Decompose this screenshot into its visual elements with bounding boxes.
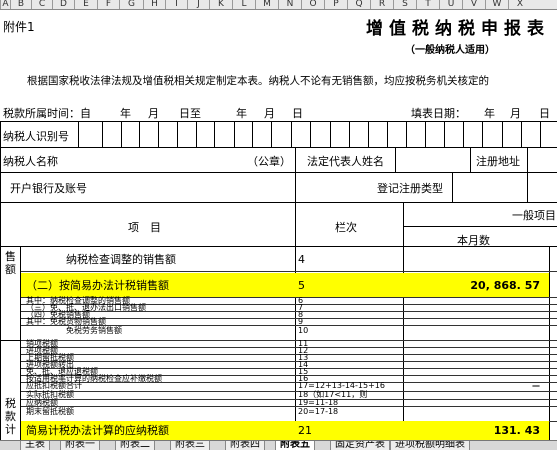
row-line-number: 20=17-18 (298, 407, 339, 416)
row-line-number: 10 (298, 326, 309, 335)
table-row: 期末留抵税额 20=17-18 (0, 406, 557, 421)
form-subtitle: （一般纳税人适用） (405, 45, 495, 56)
column-header-b[interactable]: B (10, 0, 31, 9)
col-line-header: 栏次 (335, 221, 357, 234)
fill-date-label: 填表日期： (411, 107, 466, 120)
sheet-tab[interactable]: 固定资产表 (330, 441, 390, 450)
column-header-e[interactable]: E (74, 0, 97, 9)
sheet-tab[interactable]: 附表四 (225, 441, 265, 450)
column-header-i[interactable]: I (165, 0, 187, 9)
period-day-to: 日至 (179, 107, 201, 120)
period-month: 月 (148, 107, 159, 120)
column-header-t[interactable]: T (416, 0, 439, 9)
row-value-cell[interactable]: 20, 868. 57 (404, 279, 540, 292)
attachment-label: 附件1 (3, 20, 35, 34)
column-header-d[interactable]: D (52, 0, 74, 9)
reg-type-label: 登记注册类型 (377, 182, 443, 195)
period-month-2: 月 (264, 107, 275, 120)
row-label: 简易计税办法计算的应纳税额 (26, 424, 169, 437)
table-row: 应纳税额 19=11-18 (0, 398, 557, 407)
sheet-tab[interactable]: 附表五 (275, 441, 315, 450)
column-header-o[interactable]: O (301, 0, 324, 9)
period-year-2: 年 (236, 107, 247, 120)
fill-year: 年 (484, 107, 495, 120)
period-year: 年 (120, 107, 131, 120)
column-header-n[interactable]: N (278, 0, 301, 9)
column-header-l[interactable]: L (232, 0, 255, 9)
sheet-tab-bar: 主表 附表一 附表二 附表三 附表四 附表五 固定资产表 进项税额明细表 (0, 440, 557, 450)
table-row: 纳税检查调整的销售额 4 (0, 248, 557, 271)
taxpayer-name-label: 纳税人名称 (3, 155, 58, 168)
period-label: 税款所属时间：自 (3, 107, 91, 120)
table-row: 简易计税办法计算的应纳税额 21 131. 43 (0, 421, 557, 440)
row-label: （二）按简易办法计税销售额 (26, 278, 169, 292)
col-item-header: 项 目 (128, 221, 161, 234)
sheet-tab[interactable]: 附表一 (60, 441, 100, 450)
column-header-k[interactable]: K (209, 0, 232, 9)
row-value-cell[interactable]: 131. 43 (404, 424, 540, 437)
column-header-m[interactable]: M (255, 0, 278, 9)
column-header-f[interactable]: F (97, 0, 119, 9)
col-current-month-header: 本月数 (457, 234, 490, 247)
column-header-p[interactable]: P (324, 0, 347, 9)
column-header-c[interactable]: C (31, 0, 52, 9)
period-day: 日 (292, 107, 303, 120)
column-header-r[interactable]: R (370, 0, 393, 9)
column-header-w[interactable]: W (485, 0, 508, 9)
legal-rep-label: 法定代表人姓名 (307, 155, 384, 168)
seal-label: （公章） (247, 155, 291, 168)
taxpayer-id-label: 纳税人识别号 (3, 130, 69, 143)
sheet-tab[interactable]: 附表二 (115, 441, 155, 450)
column-header-x[interactable]: X (508, 0, 531, 9)
row-label: 纳税检查调整的销售额 (66, 253, 176, 266)
col-general-header: 一般项目 (512, 209, 556, 222)
table-row: 免税劳务销售额 10 (0, 325, 557, 340)
sheet-tab[interactable]: 主表 (20, 441, 50, 450)
column-header-a[interactable]: A (0, 0, 10, 9)
row-label: 期末留抵税额 (26, 407, 74, 416)
reg-address-label: 注册地址 (476, 155, 520, 168)
row-value-cell[interactable]: — (404, 381, 540, 391)
column-header-v[interactable]: V (462, 0, 485, 9)
fill-day: 日 (539, 107, 550, 120)
column-header-q[interactable]: Q (347, 0, 370, 9)
bank-label: 开户银行及账号 (10, 182, 87, 195)
table-row: （二）按简易办法计税销售额 5 20, 868. 57 (0, 273, 557, 297)
fill-month: 月 (510, 107, 521, 120)
row-line-number: 5 (298, 278, 305, 292)
form-intro: 根据国家税收法律法规及增值税相关规定制定本表。纳税人不论有无销售额，均应按税务机… (27, 75, 489, 87)
form-title: 增值税纳税申报表 (366, 19, 550, 39)
column-header-s[interactable]: S (393, 0, 416, 9)
sheet-tab[interactable]: 附表三 (170, 441, 210, 450)
row-label: 免税劳务销售额 (66, 326, 122, 335)
sheet-tab[interactable]: 进项税额明细表 (390, 441, 470, 450)
column-header-j[interactable]: J (187, 0, 209, 9)
row-line-number: 21 (298, 424, 312, 437)
column-header-h[interactable]: H (143, 0, 165, 9)
column-header-u[interactable]: U (439, 0, 462, 9)
column-header-g[interactable]: G (119, 0, 143, 9)
column-header-bar: ABCDEFGHIJKLMNOPQRSTUVWX (0, 0, 557, 10)
row-line-number: 4 (298, 253, 305, 266)
table-row: 其中：免税货物销售额 9 (0, 317, 557, 326)
